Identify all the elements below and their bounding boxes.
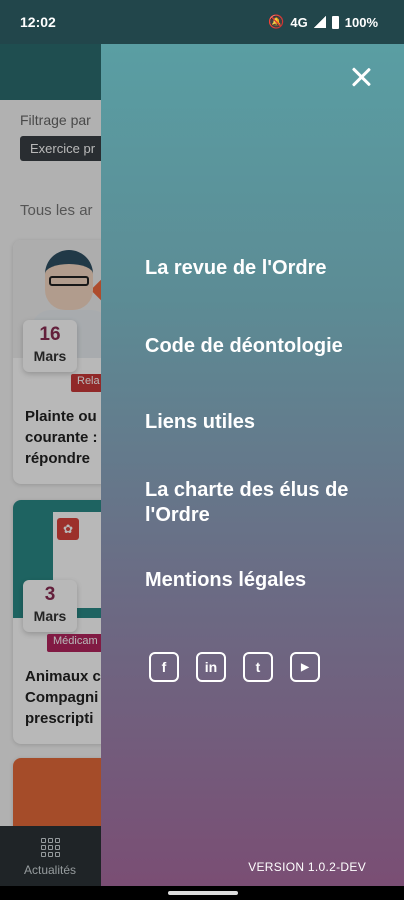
battery-icon: [331, 15, 339, 29]
system-nav-bar: [0, 886, 404, 900]
status-bar: 12:02 🔕 4G 100%: [0, 0, 404, 44]
menu-item-liens[interactable]: Liens utiles: [145, 410, 375, 435]
menu-item-revue[interactable]: La revue de l'Ordre: [145, 256, 375, 281]
social-links: f in t ▶: [149, 652, 320, 682]
navigation-drawer: La revue de l'Ordre Code de déontologie …: [101, 44, 404, 886]
version-label: VERSION 1.0.2-DEV: [248, 860, 366, 874]
menu-item-mentions[interactable]: Mentions légales: [145, 568, 375, 593]
mute-icon: 🔕: [268, 14, 285, 29]
menu-item-deontologie[interactable]: Code de déontologie: [145, 334, 375, 359]
status-time: 12:02: [20, 14, 56, 30]
network-label: 4G: [290, 14, 308, 30]
linkedin-icon[interactable]: in: [196, 652, 226, 682]
home-indicator[interactable]: [168, 891, 238, 895]
close-icon[interactable]: [346, 62, 376, 92]
youtube-icon[interactable]: ▶: [290, 652, 320, 682]
twitter-icon[interactable]: t: [243, 652, 273, 682]
signal-icon: [313, 16, 326, 28]
menu-item-charte[interactable]: La charte des élus de l'Ordre: [145, 478, 375, 528]
status-icons: 🔕 4G 100%: [268, 14, 378, 30]
facebook-icon[interactable]: f: [149, 652, 179, 682]
battery-label: 100%: [344, 14, 378, 30]
